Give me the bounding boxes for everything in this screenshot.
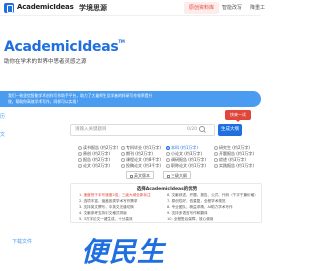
option-label: 课程论文 (约8千字) <box>126 157 161 162</box>
brand-name-cn[interactable]: 学境思源 <box>79 3 107 13</box>
advantages-panel: 选择AcademicIdeas的优势 1. 速度快于手写速度2倍，三级大纲全新标… <box>70 183 262 223</box>
notice-line-2: 效，帮助你高效学术写作，同样可以实现！ <box>8 99 81 104</box>
radio-icon <box>214 158 218 162</box>
nav-reduce-duplication[interactable]: 降重工 <box>245 2 270 14</box>
option-label: 本科 (约1万字) <box>171 145 198 150</box>
advantage-item: 2. 选项丰富，涵盖各类学术写作需求 <box>79 199 138 203</box>
option-label: 小论文 (约3万字) <box>171 151 202 156</box>
search-icon[interactable] <box>198 126 207 134</box>
radio-icon <box>166 158 170 162</box>
option-submission[interactable]: 投稿论文 (约3千字) <box>121 163 161 169</box>
advantage-item: 3. 支持英文撰写，中英文无缝切换 <box>79 205 134 209</box>
option-label: 期刊 (约2万字) <box>126 151 153 156</box>
try-it-bubble: 快来一试 <box>225 110 251 122</box>
radio-icon <box>78 158 82 162</box>
logo-icon[interactable] <box>4 3 14 13</box>
topic-input-placeholder: 请输入关键题目 <box>75 127 107 132</box>
radio-icon <box>121 152 125 156</box>
side-label-text[interactable]: 文 <box>0 131 5 138</box>
english-version-toggle[interactable]: 英文版本 <box>126 171 154 179</box>
option-practice-report[interactable]: 实践报告 (约1万字) <box>214 163 254 169</box>
trademark: TM <box>118 39 125 44</box>
option-thesis[interactable]: 论文 (约2万字) <box>78 163 110 169</box>
topic-input[interactable]: 请输入关键题目 0/20 <box>70 124 215 136</box>
option-label: 研究生 (约2万字) <box>219 145 250 150</box>
watermark: 便民生 <box>81 237 165 268</box>
checkbox-icon <box>130 174 133 178</box>
radio-icon <box>121 158 125 162</box>
radio-selected-icon <box>166 146 170 150</box>
radio-icon <box>78 152 82 156</box>
advantage-item: 9. 支持多语言写作和翻译 <box>167 211 208 215</box>
toggle-label: 三级大纲 <box>171 173 187 178</box>
radio-icon <box>121 146 125 150</box>
advantage-item: 1. 速度快于手写速度2倍，三级大纲全新标注 <box>79 193 151 197</box>
option-label: 专科毕业 (约1万字) <box>126 145 161 150</box>
notice-banner: 我们一致坚信智能学术创作写作助手平台，助力了大量师生及学者的科研写作效率提升 效… <box>0 91 261 107</box>
char-counter: 0/20 <box>187 127 198 132</box>
advantage-item: 8. 专业团队，精益求精，AI助力学术写作 <box>167 205 233 209</box>
radio-icon <box>166 164 170 168</box>
search-box: 请输入关键题目 0/20 生成大纲 <box>70 124 262 138</box>
advantage-item: 6. 文献综述、开题、报告、公式、代码（千字千篇价格） <box>167 193 258 197</box>
option-title-paper[interactable]: 职称论文 (约1万字) <box>166 163 206 169</box>
option-label: 原创 (约2万字) <box>83 151 110 156</box>
download-file-link[interactable]: 下载文件 <box>12 238 32 245</box>
advantage-item: 4. 文献参考支持引文格式排版 <box>79 211 127 215</box>
radio-icon <box>214 146 218 150</box>
advantages-title: 选择AcademicIdeas的优势 <box>136 187 198 192</box>
option-label: 开题报告 (约1万字) <box>219 151 254 156</box>
nav-smart-rewrite[interactable]: 智能改写 <box>217 2 247 14</box>
side-label-history[interactable]: 历 <box>0 113 5 120</box>
option-label: 调研报告 (约1万字) <box>171 157 206 162</box>
option-label: 综述 (约3万字) <box>219 157 246 162</box>
advantage-item: 5. 3万字论文一键生成，十分高效 <box>79 217 133 221</box>
option-label: 论文 (约2万字) <box>83 163 110 168</box>
hero-subtitle: 助你在学术的世界中思者灵感之源 <box>4 59 87 65</box>
radio-icon <box>78 164 82 168</box>
option-label: 职称论文 (约1万字) <box>171 163 206 168</box>
three-level-outline-toggle[interactable]: 三级大纲 <box>163 171 191 179</box>
option-label: 读书报告 (约2万字) <box>83 145 118 150</box>
brand-name[interactable]: AcademicIdeas <box>17 3 74 11</box>
option-label: 投稿论文 (约3千字) <box>126 163 161 168</box>
advantage-item: 10. 全程售后保障，放心使用 <box>167 217 214 221</box>
top-bar: AcademicIdeas 学境思源 原创资料库 智能改写 降重工 <box>0 0 265 16</box>
radio-icon <box>214 152 218 156</box>
radio-icon <box>121 164 125 168</box>
nav-original-library[interactable]: 原创资料库 <box>184 2 220 14</box>
radio-icon <box>78 146 82 150</box>
option-label: 实践报告 (约1万字) <box>219 163 254 168</box>
hero-title: AcademicIdeasTM <box>4 39 125 55</box>
toggle-label: 英文版本 <box>134 173 150 178</box>
hero-title-text: AcademicIdeas <box>4 39 119 55</box>
option-label: 报告 (约2万字) <box>83 157 110 162</box>
generate-outline-button[interactable]: 生成大纲 <box>218 124 242 136</box>
radio-icon <box>214 164 218 168</box>
radio-icon <box>166 152 170 156</box>
advantage-item: 7. 原创性好，低重复，全程学术规范 <box>167 199 226 203</box>
checkbox-icon <box>167 174 170 178</box>
